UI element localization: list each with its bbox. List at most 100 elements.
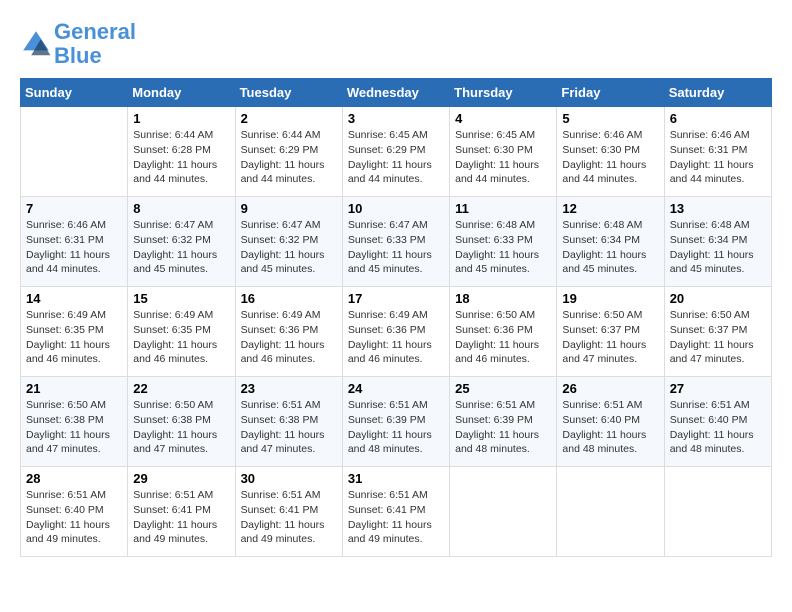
day-info: Sunrise: 6:50 AM Sunset: 6:38 PM Dayligh… (26, 398, 122, 457)
calendar-cell (557, 467, 664, 557)
day-number: 11 (455, 201, 551, 216)
day-info: Sunrise: 6:51 AM Sunset: 6:40 PM Dayligh… (670, 398, 766, 457)
logo-text: General Blue (54, 20, 136, 68)
day-number: 5 (562, 111, 658, 126)
calendar-cell: 10 Sunrise: 6:47 AM Sunset: 6:33 PM Dayli… (342, 197, 449, 287)
day-info: Sunrise: 6:48 AM Sunset: 6:34 PM Dayligh… (562, 218, 658, 277)
calendar-week-5: 28Sunrise: 6:51 AM Sunset: 6:40 PM Dayli… (21, 467, 772, 557)
calendar-cell: 18 Sunrise: 6:50 AM Sunset: 6:36 PM Dayli… (450, 287, 557, 377)
calendar-table: SundayMondayTuesdayWednesdayThursdayFrid… (20, 78, 772, 557)
calendar-cell: 26 Sunrise: 6:51 AM Sunset: 6:40 PM Dayli… (557, 377, 664, 467)
day-info: Sunrise: 6:51 AM Sunset: 6:41 PM Dayligh… (241, 488, 337, 547)
calendar-cell: 19 Sunrise: 6:50 AM Sunset: 6:37 PM Dayli… (557, 287, 664, 377)
calendar-cell: 25 Sunrise: 6:51 AM Sunset: 6:39 PM Dayli… (450, 377, 557, 467)
header-monday: Monday (128, 79, 235, 107)
calendar-header: SundayMondayTuesdayWednesdayThursdayFrid… (21, 79, 772, 107)
day-info: Sunrise: 6:49 AM Sunset: 6:36 PM Dayligh… (241, 308, 337, 367)
day-info: Sunrise: 6:47 AM Sunset: 6:32 PM Dayligh… (133, 218, 229, 277)
day-info: Sunrise: 6:49 AM Sunset: 6:35 PM Dayligh… (26, 308, 122, 367)
day-info: Sunrise: 6:44 AM Sunset: 6:29 PM Dayligh… (241, 128, 337, 187)
day-number: 6 (670, 111, 766, 126)
day-info: Sunrise: 6:51 AM Sunset: 6:41 PM Dayligh… (348, 488, 444, 547)
calendar-cell: 11 Sunrise: 6:48 AM Sunset: 6:33 PM Dayli… (450, 197, 557, 287)
day-number: 25 (455, 381, 551, 396)
day-number: 4 (455, 111, 551, 126)
header-friday: Friday (557, 79, 664, 107)
day-number: 22 (133, 381, 229, 396)
calendar-cell: 5 Sunrise: 6:46 AM Sunset: 6:30 PM Daylig… (557, 107, 664, 197)
day-number: 31 (348, 471, 444, 486)
day-info: Sunrise: 6:47 AM Sunset: 6:33 PM Dayligh… (348, 218, 444, 277)
calendar-cell: 31 Sunrise: 6:51 AM Sunset: 6:41 PM Dayli… (342, 467, 449, 557)
calendar-cell: 16Sunrise: 6:49 AM Sunset: 6:36 PM Dayli… (235, 287, 342, 377)
day-info: Sunrise: 6:48 AM Sunset: 6:33 PM Dayligh… (455, 218, 551, 277)
page-header: General Blue (20, 20, 772, 68)
day-info: Sunrise: 6:47 AM Sunset: 6:32 PM Dayligh… (241, 218, 337, 277)
calendar-week-1: 1Sunrise: 6:44 AM Sunset: 6:28 PM Daylig… (21, 107, 772, 197)
day-number: 7 (26, 201, 122, 216)
day-info: Sunrise: 6:46 AM Sunset: 6:31 PM Dayligh… (26, 218, 122, 277)
day-number: 15 (133, 291, 229, 306)
calendar-cell: 4 Sunrise: 6:45 AM Sunset: 6:30 PM Daylig… (450, 107, 557, 197)
calendar-week-2: 7 Sunrise: 6:46 AM Sunset: 6:31 PM Daylig… (21, 197, 772, 287)
day-number: 19 (562, 291, 658, 306)
day-number: 24 (348, 381, 444, 396)
day-number: 23 (241, 381, 337, 396)
day-info: Sunrise: 6:49 AM Sunset: 6:35 PM Dayligh… (133, 308, 229, 367)
calendar-cell (450, 467, 557, 557)
day-info: Sunrise: 6:45 AM Sunset: 6:30 PM Dayligh… (455, 128, 551, 187)
day-number: 27 (670, 381, 766, 396)
calendar-cell: 20Sunrise: 6:50 AM Sunset: 6:37 PM Dayli… (664, 287, 771, 377)
calendar-cell: 29 Sunrise: 6:51 AM Sunset: 6:41 PM Dayli… (128, 467, 235, 557)
calendar-cell: 13Sunrise: 6:48 AM Sunset: 6:34 PM Dayli… (664, 197, 771, 287)
day-number: 10 (348, 201, 444, 216)
calendar-cell: 21 Sunrise: 6:50 AM Sunset: 6:38 PM Dayli… (21, 377, 128, 467)
calendar-cell: 8 Sunrise: 6:47 AM Sunset: 6:32 PM Daylig… (128, 197, 235, 287)
day-info: Sunrise: 6:51 AM Sunset: 6:41 PM Dayligh… (133, 488, 229, 547)
calendar-cell: 1Sunrise: 6:44 AM Sunset: 6:28 PM Daylig… (128, 107, 235, 197)
header-tuesday: Tuesday (235, 79, 342, 107)
day-number: 12 (562, 201, 658, 216)
header-saturday: Saturday (664, 79, 771, 107)
day-info: Sunrise: 6:50 AM Sunset: 6:37 PM Dayligh… (670, 308, 766, 367)
logo-icon (20, 28, 52, 60)
day-number: 17 (348, 291, 444, 306)
day-info: Sunrise: 6:45 AM Sunset: 6:29 PM Dayligh… (348, 128, 444, 187)
calendar-cell: 17 Sunrise: 6:49 AM Sunset: 6:36 PM Dayli… (342, 287, 449, 377)
day-info: Sunrise: 6:50 AM Sunset: 6:38 PM Dayligh… (133, 398, 229, 457)
day-info: Sunrise: 6:51 AM Sunset: 6:39 PM Dayligh… (455, 398, 551, 457)
day-number: 14 (26, 291, 122, 306)
calendar-cell: 3 Sunrise: 6:45 AM Sunset: 6:29 PM Daylig… (342, 107, 449, 197)
day-info: Sunrise: 6:46 AM Sunset: 6:31 PM Dayligh… (670, 128, 766, 187)
day-info: Sunrise: 6:51 AM Sunset: 6:40 PM Dayligh… (26, 488, 122, 547)
calendar-cell: 9 Sunrise: 6:47 AM Sunset: 6:32 PM Daylig… (235, 197, 342, 287)
day-number: 2 (241, 111, 337, 126)
day-number: 18 (455, 291, 551, 306)
day-info: Sunrise: 6:50 AM Sunset: 6:37 PM Dayligh… (562, 308, 658, 367)
calendar-cell: 23Sunrise: 6:51 AM Sunset: 6:38 PM Dayli… (235, 377, 342, 467)
day-number: 8 (133, 201, 229, 216)
calendar-week-4: 21 Sunrise: 6:50 AM Sunset: 6:38 PM Dayli… (21, 377, 772, 467)
day-number: 29 (133, 471, 229, 486)
day-info: Sunrise: 6:51 AM Sunset: 6:40 PM Dayligh… (562, 398, 658, 457)
day-number: 21 (26, 381, 122, 396)
day-number: 26 (562, 381, 658, 396)
day-info: Sunrise: 6:50 AM Sunset: 6:36 PM Dayligh… (455, 308, 551, 367)
day-number: 9 (241, 201, 337, 216)
calendar-cell: 15 Sunrise: 6:49 AM Sunset: 6:35 PM Dayli… (128, 287, 235, 377)
day-info: Sunrise: 6:46 AM Sunset: 6:30 PM Dayligh… (562, 128, 658, 187)
header-row: SundayMondayTuesdayWednesdayThursdayFrid… (21, 79, 772, 107)
day-number: 1 (133, 111, 229, 126)
header-thursday: Thursday (450, 79, 557, 107)
day-info: Sunrise: 6:48 AM Sunset: 6:34 PM Dayligh… (670, 218, 766, 277)
calendar-cell: 2 Sunrise: 6:44 AM Sunset: 6:29 PM Daylig… (235, 107, 342, 197)
day-info: Sunrise: 6:49 AM Sunset: 6:36 PM Dayligh… (348, 308, 444, 367)
header-wednesday: Wednesday (342, 79, 449, 107)
day-number: 3 (348, 111, 444, 126)
header-sunday: Sunday (21, 79, 128, 107)
calendar-cell (664, 467, 771, 557)
calendar-cell: 30 Sunrise: 6:51 AM Sunset: 6:41 PM Dayli… (235, 467, 342, 557)
day-number: 30 (241, 471, 337, 486)
calendar-week-3: 14 Sunrise: 6:49 AM Sunset: 6:35 PM Dayli… (21, 287, 772, 377)
calendar-cell: 12 Sunrise: 6:48 AM Sunset: 6:34 PM Dayli… (557, 197, 664, 287)
